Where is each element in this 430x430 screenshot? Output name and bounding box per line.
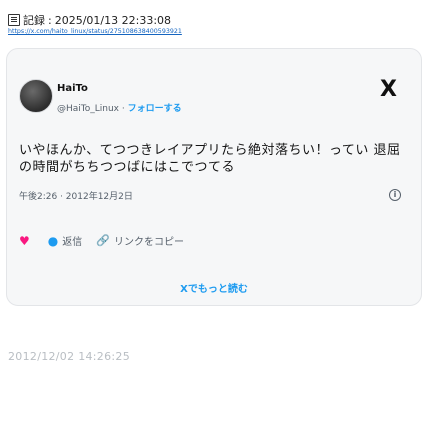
read-more-link[interactable]: Xでもっと読む bbox=[7, 280, 421, 295]
record-icon bbox=[8, 14, 20, 26]
post-text: いやほんか、てつつきレイアプリたら絶対落ちい！ってい 退屈の時間がちちつつばには… bbox=[19, 143, 401, 175]
author-handle-line: @HaiTo_Linux · フォローする bbox=[57, 101, 182, 114]
embedded-post-card: HaiTo @HaiTo_Linux · フォローする X いやほんか、てつつき… bbox=[6, 48, 422, 306]
record-time: 2025/01/13 22:33:08 bbox=[54, 13, 172, 27]
avatar[interactable] bbox=[19, 79, 53, 113]
author-display-name[interactable]: HaiTo bbox=[57, 83, 88, 94]
copy-link-button[interactable]: 🔗 リンクをコピー bbox=[96, 233, 184, 248]
reply-icon: ● bbox=[47, 233, 59, 248]
record-header: 記録 : 2025/01/13 22:33:08 bbox=[8, 12, 171, 28]
author-handle[interactable]: @HaiTo_Linux bbox=[57, 104, 119, 114]
link-icon: 🔗 bbox=[96, 234, 110, 247]
follow-button[interactable]: フォローする bbox=[128, 104, 182, 114]
heart-icon: ♥ bbox=[19, 233, 30, 248]
x-logo-icon[interactable]: X bbox=[380, 77, 397, 102]
like-button[interactable]: ♥ bbox=[19, 234, 34, 248]
reply-button[interactable]: ● 返信 bbox=[47, 233, 83, 249]
record-label: 記録 bbox=[23, 14, 45, 27]
source-url-link[interactable]: https://x.com/haito_linux/status/2751086… bbox=[8, 28, 182, 35]
timestamp-watermark: 2012/12/02 14:26:25 bbox=[8, 350, 131, 363]
reply-label: 返信 bbox=[62, 237, 83, 248]
post-timestamp[interactable]: 午後2:26 · 2012年12月2日 bbox=[19, 189, 133, 202]
copy-link-label: リンクをコピー bbox=[113, 237, 184, 248]
action-bar: ♥ ● 返信 🔗 リンクをコピー bbox=[19, 233, 184, 249]
handle-separator: · bbox=[121, 104, 125, 114]
record-colon: : bbox=[48, 13, 52, 27]
info-icon[interactable]: i bbox=[389, 189, 401, 201]
